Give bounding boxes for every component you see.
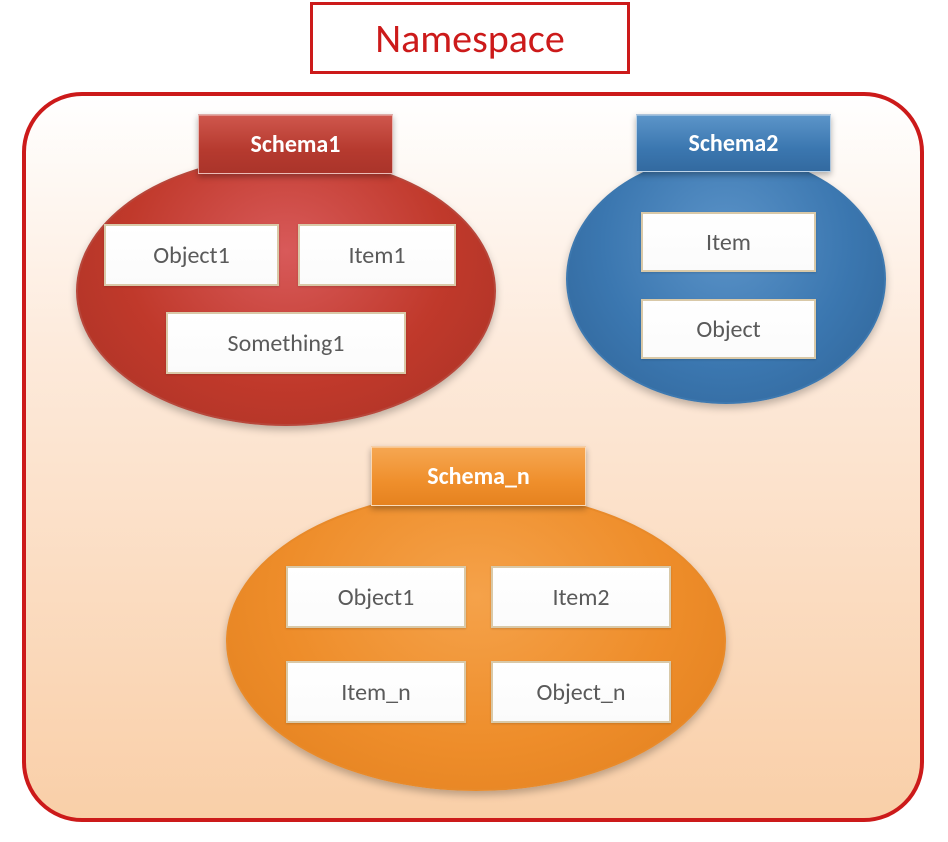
schema-group-schema2: Schema2 Item Object [566, 114, 891, 414]
schema2-ellipse [566, 154, 886, 404]
schema1-object-2: Item1 [298, 224, 456, 286]
namespace-container: Schema1 Object1 Item1 Something1 Schema2… [22, 92, 924, 822]
schema-n-object-2: Item2 [491, 566, 671, 628]
schema2-badge: Schema2 [636, 114, 831, 172]
schema-n-object-4: Object_n [491, 661, 671, 723]
schema1-label: Schema1 [251, 130, 341, 159]
schema-n-object-3: Item_n [286, 661, 466, 723]
schema1-object-1: Object1 [104, 224, 279, 286]
schema-n-label: Schema_n [427, 462, 530, 491]
diagram-canvas: Namespace Schema1 Object1 Item1 Somethin… [0, 0, 948, 842]
schema-n-ellipse [226, 491, 726, 791]
schema-n-badge: Schema_n [371, 446, 586, 506]
schema-group-schema1: Schema1 Object1 Item1 Something1 [76, 114, 496, 434]
schema1-object-3: Something1 [166, 312, 406, 374]
schema2-object-1: Item [641, 212, 816, 272]
schema1-ellipse [76, 156, 496, 426]
schema2-label: Schema2 [689, 129, 779, 158]
schema2-object-2: Object [641, 299, 816, 359]
schema-group-schema-n: Schema_n Object1 Item2 Item_n Object_n [226, 446, 726, 796]
schema1-badge: Schema1 [198, 114, 393, 174]
namespace-title: Namespace [375, 14, 564, 63]
namespace-title-box: Namespace [310, 2, 630, 74]
schema-n-object-1: Object1 [286, 566, 466, 628]
